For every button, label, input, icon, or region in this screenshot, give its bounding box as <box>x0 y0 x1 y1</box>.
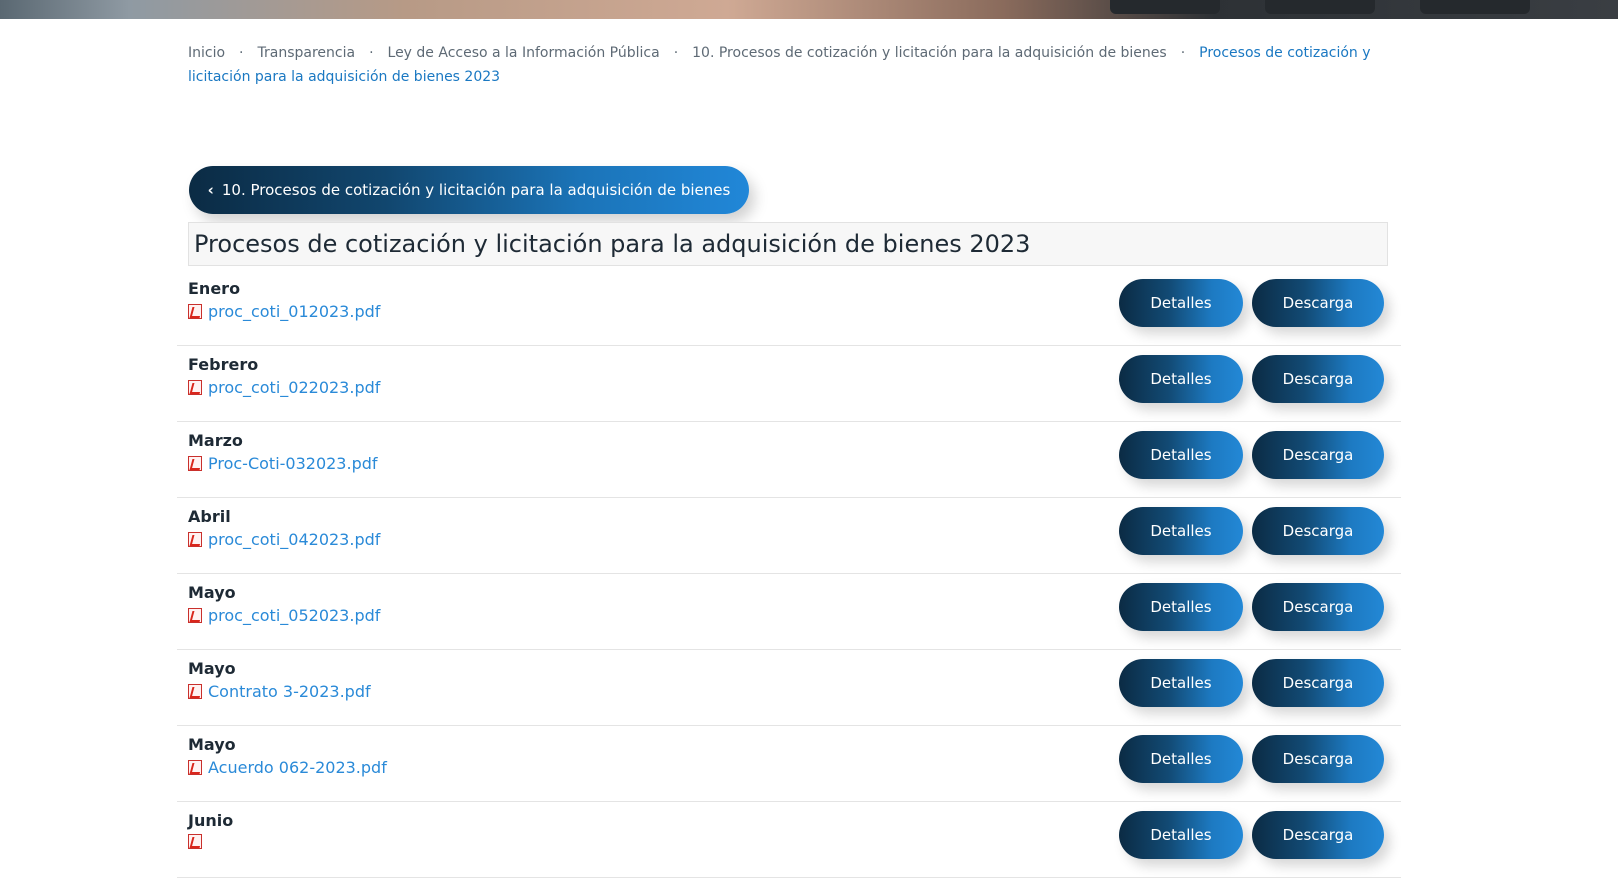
document-file: proc_coti_022023.pdf <box>188 378 380 397</box>
back-button-label: 10. Procesos de cotización y licitación … <box>221 181 731 199</box>
document-file-link[interactable]: proc_coti_042023.pdf <box>208 530 380 549</box>
pdf-file-icon <box>188 304 202 319</box>
list-item: Mayo Acuerdo 062-2023.pdf Detalles Desca… <box>177 726 1401 802</box>
document-month: Marzo <box>188 431 243 450</box>
details-button[interactable]: Detalles <box>1119 355 1243 403</box>
details-button[interactable]: Detalles <box>1119 659 1243 707</box>
chevron-left-icon: ‹ <box>207 181 214 199</box>
list-item: Marzo Proc-Coti-032023.pdf Detalles Desc… <box>177 422 1401 498</box>
document-month: Mayo <box>188 735 236 754</box>
details-button[interactable]: Detalles <box>1119 811 1243 859</box>
document-file-link[interactable]: proc_coti_012023.pdf <box>208 302 380 321</box>
download-button[interactable]: Descarga <box>1252 735 1384 783</box>
back-button[interactable]: ‹ 10. Procesos de cotización y licitació… <box>189 166 749 214</box>
document-file: Proc-Coti-032023.pdf <box>188 454 378 473</box>
breadcrumb: Inicio · Transparencia · Ley de Acceso a la … <box>188 41 1388 89</box>
download-button[interactable]: Descarga <box>1252 583 1384 631</box>
list-item: Febrero proc_coti_022023.pdf Detalles De… <box>177 346 1401 422</box>
keyboard-key-image <box>1420 0 1530 14</box>
pdf-file-icon <box>188 456 202 471</box>
breadcrumb-ley-acceso[interactable]: Ley de Acceso a la Información Pública <box>388 45 660 61</box>
page-title: Procesos de cotización y licitación para… <box>194 230 1031 258</box>
breadcrumb-procesos[interactable]: 10. Procesos de cotización y licitación … <box>692 45 1167 61</box>
pdf-file-icon <box>188 532 202 547</box>
document-file: proc_coti_052023.pdf <box>188 606 380 625</box>
pdf-file-icon <box>188 760 202 775</box>
document-file-link[interactable]: Acuerdo 062-2023.pdf <box>208 758 387 777</box>
download-button[interactable]: Descarga <box>1252 355 1384 403</box>
details-button[interactable]: Detalles <box>1119 735 1243 783</box>
document-month: Mayo <box>188 659 236 678</box>
pdf-file-icon <box>188 608 202 623</box>
keyboard-key-image <box>1110 0 1220 14</box>
details-button[interactable]: Detalles <box>1119 507 1243 555</box>
breadcrumb-inicio[interactable]: Inicio <box>188 45 225 61</box>
list-item: Enero proc_coti_012023.pdf Detalles Desc… <box>177 270 1401 346</box>
document-month: Mayo <box>188 583 236 602</box>
document-file: proc_coti_042023.pdf <box>188 530 380 549</box>
document-file: Acuerdo 062-2023.pdf <box>188 758 387 777</box>
document-file-link[interactable]: Proc-Coti-032023.pdf <box>208 454 378 473</box>
breadcrumb-separator: · <box>239 45 244 61</box>
download-button[interactable]: Descarga <box>1252 507 1384 555</box>
list-item: Mayo Contrato 3-2023.pdf Detalles Descar… <box>177 650 1401 726</box>
pdf-file-icon <box>188 834 202 849</box>
breadcrumb-transparencia[interactable]: Transparencia <box>258 45 356 61</box>
documents-list: Enero proc_coti_012023.pdf Detalles Desc… <box>177 270 1401 878</box>
download-button[interactable]: Descarga <box>1252 279 1384 327</box>
document-file-link[interactable]: proc_coti_052023.pdf <box>208 606 380 625</box>
document-month: Abril <box>188 507 231 526</box>
document-month: Enero <box>188 279 241 298</box>
download-button[interactable]: Descarga <box>1252 811 1384 859</box>
list-item: Abril proc_coti_042023.pdf Detalles Desc… <box>177 498 1401 574</box>
document-month: Junio <box>188 811 234 830</box>
details-button[interactable]: Detalles <box>1119 279 1243 327</box>
breadcrumb-separator: · <box>369 45 374 61</box>
document-month: Febrero <box>188 355 259 374</box>
hero-image-strip <box>0 0 1618 19</box>
list-item: Junio Detalles Descarga <box>177 802 1401 878</box>
download-button[interactable]: Descarga <box>1252 431 1384 479</box>
document-file-link[interactable]: proc_coti_022023.pdf <box>208 378 380 397</box>
document-file: proc_coti_012023.pdf <box>188 302 380 321</box>
breadcrumb-separator: · <box>673 45 679 61</box>
document-file <box>188 834 208 849</box>
details-button[interactable]: Detalles <box>1119 431 1243 479</box>
pdf-file-icon <box>188 380 202 395</box>
keyboard-key-image <box>1265 0 1375 14</box>
list-item: Mayo proc_coti_052023.pdf Detalles Desca… <box>177 574 1401 650</box>
document-file-link[interactable]: Contrato 3-2023.pdf <box>208 682 371 701</box>
details-button[interactable]: Detalles <box>1119 583 1243 631</box>
page-title-box: Procesos de cotización y licitación para… <box>188 222 1388 266</box>
download-button[interactable]: Descarga <box>1252 659 1384 707</box>
breadcrumb-separator: · <box>1180 45 1186 61</box>
pdf-file-icon <box>188 684 202 699</box>
document-file: Contrato 3-2023.pdf <box>188 682 371 701</box>
